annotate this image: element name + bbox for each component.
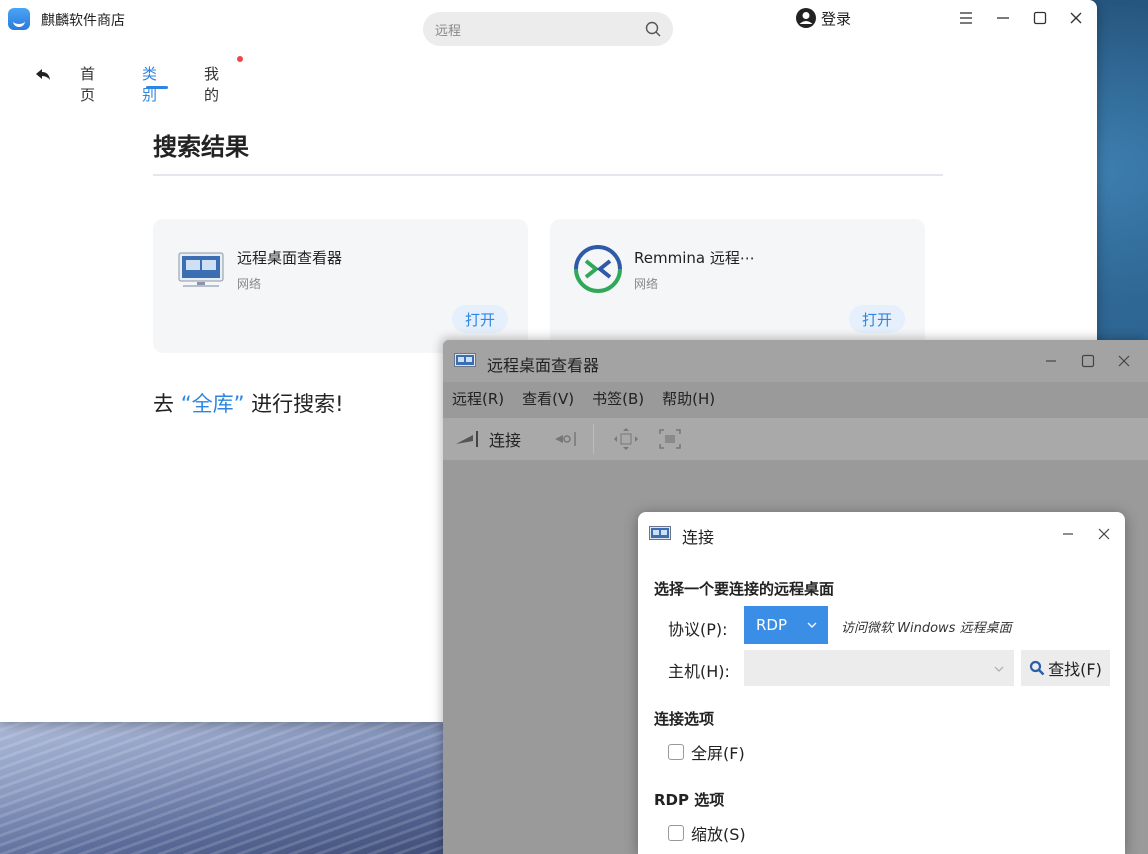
remote-desktop-icon (178, 252, 224, 287)
menu-help[interactable]: 帮助(H) (653, 386, 724, 414)
find-button[interactable]: 查找(F) (1021, 650, 1110, 686)
menu-remote[interactable]: 远程(R) (443, 386, 513, 414)
find-label: 查找(F) (1048, 660, 1102, 679)
login-button[interactable]: 登录 (795, 7, 851, 29)
viewer-menubar: 远程(R) 查看(V) 书签(B) 帮助(H) (443, 386, 724, 414)
store-logo-icon (8, 8, 30, 30)
fullscreen-toggle[interactable] (613, 426, 639, 452)
connect-dialog: 连接 选择一个要连接的远程桌面 协议(P): RDP 访问微软 Windows … (638, 512, 1125, 854)
search-all-link[interactable]: “全库” (181, 392, 245, 416)
app-card-remote-viewer[interactable]: 远程桌面查看器 网络 打开 (153, 219, 528, 353)
nav-category[interactable]: 类别 (142, 63, 157, 105)
search-icon (1030, 660, 1045, 676)
scale-label: 缩放(S) (691, 825, 746, 844)
menu-bookmarks[interactable]: 书签(B) (583, 386, 653, 414)
screenshot-button[interactable] (657, 426, 683, 452)
connect-button[interactable]: 连接 (455, 426, 521, 452)
minimize-icon[interactable] (993, 8, 1013, 28)
menu-view[interactable]: 查看(V) (513, 386, 583, 414)
viewer-titlebar: 远程桌面查看器 (443, 340, 1148, 382)
dialog-title: 连接 (682, 528, 715, 547)
store-titlebar: 麒麟软件商店 登录 (0, 0, 1097, 46)
search-input[interactable] (435, 20, 635, 38)
section-rdp-options: RDP 选项 (654, 791, 725, 809)
connect-label: 连接 (489, 431, 522, 450)
close-icon[interactable] (1114, 351, 1134, 371)
viewer-title: 远程桌面查看器 (487, 356, 600, 375)
app-category: 网络 (237, 277, 262, 291)
wallpaper-snow (0, 700, 460, 854)
remmina-icon (574, 245, 622, 293)
fullscreen-checkbox[interactable] (668, 744, 684, 760)
user-icon (796, 8, 816, 28)
scale-checkbox[interactable] (668, 825, 684, 841)
search-all-prompt: 去 “全库” 进行搜索! (153, 388, 344, 418)
host-label: 主机(H): (668, 662, 730, 681)
results-title: 搜索结果 (153, 133, 249, 161)
protocol-value: RDP (756, 616, 788, 634)
store-app-title: 麒麟软件商店 (41, 13, 125, 29)
maximize-icon[interactable] (1078, 351, 1098, 371)
app-category: 网络 (634, 277, 659, 291)
search-icon[interactable] (645, 21, 661, 37)
minimize-icon[interactable] (1058, 524, 1078, 544)
close-icon[interactable] (1094, 524, 1114, 544)
section-connection-options: 连接选项 (654, 710, 715, 728)
search-all-prefix: 去 (153, 392, 174, 416)
protocol-label: 协议(P): (668, 620, 728, 639)
close-icon[interactable] (1066, 8, 1086, 28)
connect-icon (456, 431, 478, 447)
chevron-down-icon (807, 622, 817, 628)
open-button[interactable]: 打开 (849, 305, 905, 333)
fullscreen-label: 全屏(F) (691, 744, 745, 763)
notification-dot (237, 56, 243, 62)
fullscreen-option[interactable]: 全屏(F) (668, 740, 745, 764)
login-label: 登录 (821, 9, 852, 28)
disconnect-button[interactable] (553, 426, 579, 452)
app-name: 远程桌面查看器 (237, 249, 343, 267)
remote-desktop-icon (649, 526, 671, 540)
nav-home[interactable]: 首页 (80, 63, 95, 105)
remote-desktop-icon (454, 353, 476, 367)
nav-mine[interactable]: 我的 (204, 63, 219, 105)
protocol-select[interactable]: RDP (744, 606, 828, 644)
minimize-icon[interactable] (1041, 351, 1061, 371)
app-card-remmina[interactable]: Remmina 远程⋯ 网络 打开 (550, 219, 925, 353)
disconnect-icon (555, 432, 576, 446)
results-divider (153, 174, 943, 176)
scale-option[interactable]: 缩放(S) (668, 821, 746, 845)
search-all-suffix: 进行搜索! (251, 392, 344, 416)
section-choose-remote: 选择一个要连接的远程桌面 (654, 580, 835, 598)
open-button[interactable]: 打开 (452, 305, 508, 333)
host-field[interactable] (744, 650, 1014, 686)
toolbar-divider (593, 424, 594, 454)
back-icon[interactable] (34, 66, 52, 84)
chevron-down-icon[interactable] (994, 664, 1004, 674)
protocol-description: 访问微软 Windows 远程桌面 (841, 621, 1012, 636)
maximize-icon[interactable] (1030, 8, 1050, 28)
menu-icon[interactable] (956, 8, 976, 28)
app-name: Remmina 远程⋯ (634, 249, 755, 267)
screenshot-icon (659, 429, 681, 449)
viewer-toolbar: 连接 (443, 418, 1148, 460)
move-icon (614, 428, 638, 450)
nav-active-indicator (146, 86, 168, 89)
search-box[interactable] (423, 12, 673, 46)
